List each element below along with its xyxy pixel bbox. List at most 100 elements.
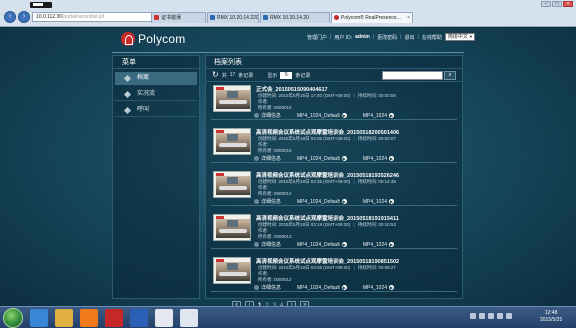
ie-app-icon[interactable] <box>30 309 48 327</box>
address-bar[interactable]: 10.0.112.30/portal/recordlist.jsf <box>32 11 154 22</box>
pdf-app-icon[interactable] <box>105 309 123 327</box>
record-row[interactable]: 高清视频会议系统试点观摩暨培训会_20150518193526246 创建时间:… <box>211 169 457 206</box>
per-page-label: 显示 <box>267 72 278 79</box>
search-input[interactable] <box>382 71 443 80</box>
record-name[interactable]: 高清视频会议系统试点观摩暨培训会_20150518193526246 <box>256 171 399 179</box>
close-tab-icon[interactable]: × <box>407 13 410 23</box>
sidebar-item-live-stream[interactable]: 实况流 <box>115 88 197 101</box>
record-thumbnail[interactable] <box>213 171 251 198</box>
record-id: 0000015 <box>274 148 292 153</box>
logout-link[interactable]: 退出 <box>404 34 414 41</box>
play-icon[interactable]: ▶ <box>389 242 395 247</box>
play-icon[interactable]: ▶ <box>341 285 347 290</box>
format-link[interactable]: MP4_1024 <box>363 113 387 119</box>
play-icon[interactable]: ▶ <box>389 113 395 118</box>
play-icon[interactable]: ▶ <box>389 199 395 204</box>
record-name[interactable]: 正式会_20150515090404617 <box>256 85 328 93</box>
sidebar-item-archive[interactable]: 档案 <box>115 72 197 85</box>
sidebar-item-call[interactable]: 呼叫 <box>115 104 197 117</box>
start-button[interactable] <box>3 308 23 328</box>
detail-link[interactable]: 详细信息 <box>261 155 281 162</box>
per-page-select[interactable]: 5 <box>280 71 293 79</box>
format-link[interactable]: MP4_1024_Default <box>297 285 340 291</box>
dev-tools-tag[interactable] <box>30 2 52 8</box>
record-thumbnail[interactable] <box>213 128 251 155</box>
total-suffix: 条记录 <box>238 72 254 79</box>
search-button[interactable]: ⌕ <box>444 71 456 80</box>
detail-icon <box>254 242 259 247</box>
owner-label: 所有者: <box>258 148 273 153</box>
change-password-link[interactable]: 更改密码 <box>377 34 397 41</box>
format-link[interactable]: MP4_1024_Default <box>297 199 340 205</box>
clock-time: 12:48 <box>544 310 558 316</box>
admin-portal-link[interactable]: 管理门户 <box>307 34 327 41</box>
detail-link[interactable]: 详细信息 <box>261 198 281 205</box>
play-icon[interactable]: ▶ <box>341 199 347 204</box>
detail-link[interactable]: 详细信息 <box>261 112 281 119</box>
media-player-app-icon[interactable] <box>80 309 98 327</box>
record-row[interactable]: 高清视频会议系统试点观摩暨培训会_20150518190851502 创建时间:… <box>211 255 457 292</box>
header-divider <box>112 52 464 53</box>
tray-icon[interactable] <box>488 313 494 319</box>
tray-icon[interactable] <box>506 313 512 319</box>
play-icon[interactable]: ▶ <box>341 113 347 118</box>
play-icon[interactable]: ▶ <box>389 156 395 161</box>
detail-link[interactable]: 详细信息 <box>261 284 281 291</box>
tray-icon[interactable] <box>470 313 476 319</box>
play-icon[interactable]: ▶ <box>341 156 347 161</box>
refresh-icon[interactable]: ↻ <box>212 71 219 79</box>
language-select[interactable]: 简体中文 ▼ <box>444 33 475 41</box>
tray-icon[interactable] <box>479 313 485 319</box>
tab-rmx-20[interactable]: RMX 10.20.14.20 <box>260 12 330 23</box>
created-value: 2015年5月18日 04:05 (GMT+08:00) <box>278 136 351 141</box>
record-name[interactable]: 高清视频会议系统试点观摩暨培训会_20150518200501406 <box>256 128 399 136</box>
clock[interactable]: 12:48 2015/5/25 <box>540 310 562 324</box>
window-controls: – □ × <box>541 1 573 7</box>
tray-icon[interactable] <box>497 313 503 319</box>
tab-polycom[interactable]: Polycom® RealPresence... × <box>331 12 413 23</box>
format-link[interactable]: MP4_1024_Default <box>297 242 340 248</box>
online-help-link[interactable]: 在线帮助 <box>422 34 442 41</box>
record-name[interactable]: 高清视频会议系统试点观摩暨培训会_20150518191915411 <box>256 214 399 222</box>
record-created-line: 创建时间: 2015年5月18日 03:35 (GMT+08:00) | 持续时… <box>258 179 396 184</box>
polycom-tab-icon <box>334 15 339 20</box>
minimize-icon[interactable]: – <box>541 1 551 7</box>
format-link[interactable]: MP4_1024_Default <box>297 113 340 119</box>
play-icon[interactable]: ▶ <box>341 242 347 247</box>
record-name[interactable]: 高清视频会议系统试点观摩暨培训会_20150518190851502 <box>256 257 399 265</box>
page: Polycom 管理门户 | 用户 ID: admin | 更改密码 | 退出 … <box>0 28 576 310</box>
close-icon[interactable]: × <box>563 1 573 7</box>
author-label: 作者: <box>258 99 269 104</box>
format-link[interactable]: MP4_1024 <box>363 285 387 291</box>
detail-link[interactable]: 详细信息 <box>261 241 281 248</box>
record-thumbnail[interactable] <box>213 214 251 241</box>
sync-app-icon[interactable] <box>180 309 198 327</box>
browser-chrome: – □ × ‹ › 10.0.112.30/portal/recordlist.… <box>0 0 576 27</box>
record-id-line: 所有者: 0000015 <box>258 148 292 154</box>
forward-icon[interactable]: › <box>18 10 30 23</box>
duration-value: 00:00:07 <box>378 136 396 141</box>
record-row[interactable]: 正式会_20150515090404617 创建时间: 2015年5月15日 1… <box>211 83 457 120</box>
record-id-line: 所有者: 0000012 <box>258 277 292 283</box>
outlook-app-icon[interactable] <box>155 309 173 327</box>
record-id-line: 所有者: 0000016 <box>258 105 292 111</box>
record-thumbnail[interactable] <box>213 85 251 112</box>
tab-cert-error[interactable]: 证书错误 <box>151 12 206 23</box>
format-link[interactable]: MP4_1024 <box>363 199 387 205</box>
diamond-icon <box>123 74 132 83</box>
word-app-icon[interactable] <box>130 309 148 327</box>
record-row[interactable]: 高清视频会议系统试点观摩暨培训会_20150518200501406 创建时间:… <box>211 126 457 163</box>
record-row[interactable]: 高清视频会议系统试点观摩暨培训会_20150518191915411 创建时间:… <box>211 212 457 249</box>
format-link[interactable]: MP4_1024 <box>363 242 387 248</box>
detail-icon <box>254 156 259 161</box>
back-icon[interactable]: ‹ <box>4 10 16 23</box>
maximize-icon[interactable]: □ <box>552 1 562 7</box>
format-link[interactable]: MP4_1024_Default <box>297 156 340 162</box>
format-link[interactable]: MP4_1024 <box>363 156 387 162</box>
tab-rmx-220[interactable]: RMX 10.20.14.220 <box>207 12 259 23</box>
play-icon[interactable]: ▶ <box>389 285 395 290</box>
error-icon <box>154 15 159 20</box>
record-thumbnail[interactable] <box>213 257 251 284</box>
record-actions: 详细信息 MP4_1024_Default ▶ MP4_1024 ▶ <box>254 241 395 248</box>
folder-app-icon[interactable] <box>55 309 73 327</box>
